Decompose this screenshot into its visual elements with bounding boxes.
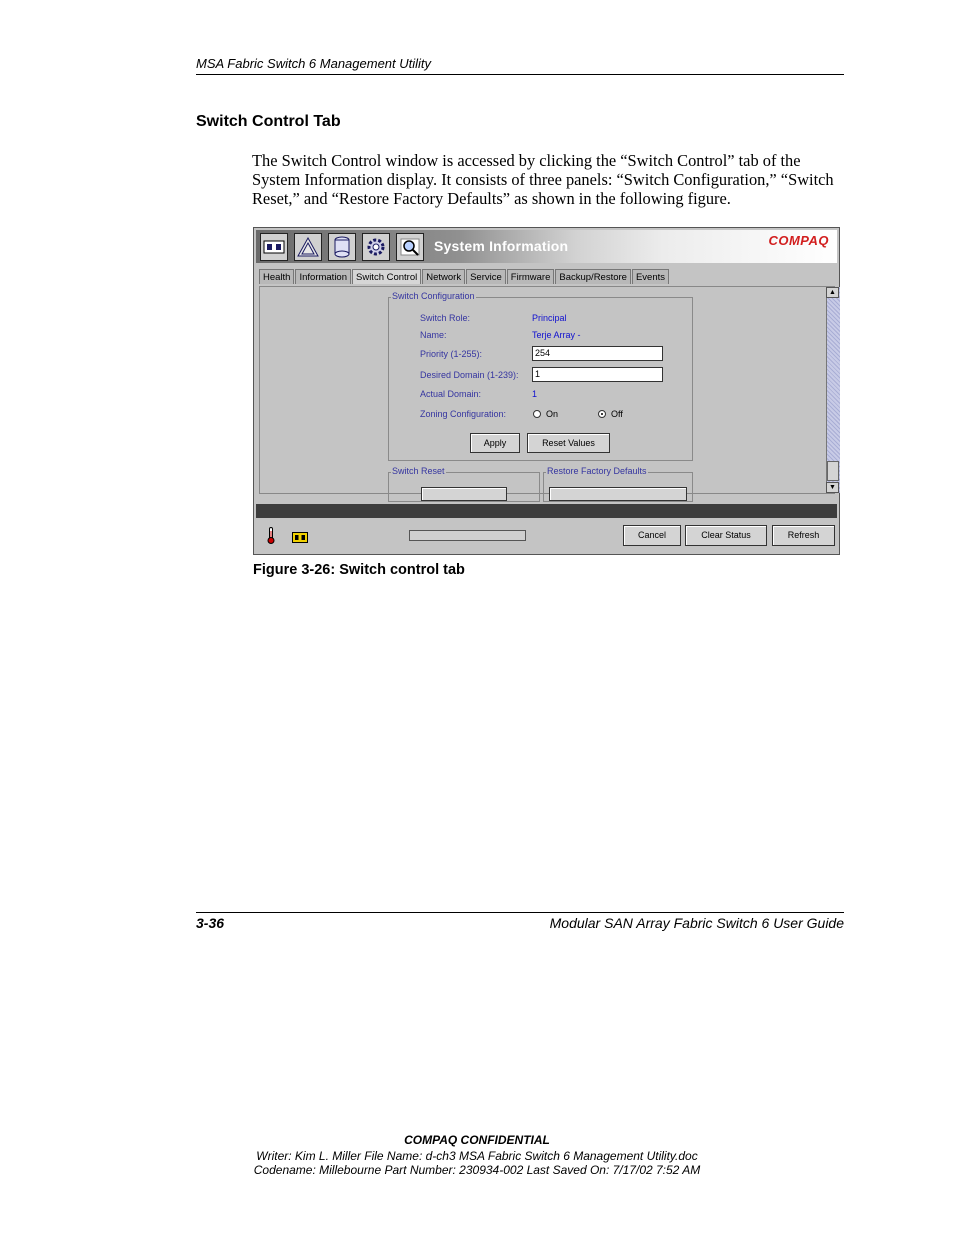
zoning-on-label: On: [546, 409, 559, 419]
vertical-scrollbar[interactable]: ▲ ▼: [826, 287, 840, 493]
tab-network[interactable]: Network: [422, 269, 466, 284]
running-header: MSA Fabric Switch 6 Management Utility: [196, 56, 432, 71]
storage-icon[interactable]: [328, 233, 356, 261]
guide-title: Modular SAN Array Fabric Switch 6 User G…: [549, 915, 844, 931]
switch-configuration-legend: Switch Configuration: [391, 291, 476, 301]
desired-domain-label: Desired Domain (1-239):: [420, 370, 519, 380]
switch-reset-legend: Switch Reset: [391, 466, 446, 476]
switch-status-icon: [292, 530, 308, 543]
switch-name-value: Terje Array -: [532, 330, 581, 340]
tab-switch-control[interactable]: Switch Control: [352, 269, 422, 284]
scroll-thumb[interactable]: [827, 461, 839, 481]
priority-label: Priority (1-255):: [420, 349, 483, 359]
refresh-button[interactable]: Refresh: [772, 525, 835, 546]
tab-events[interactable]: Events: [631, 269, 670, 284]
switch-role-value: Principal: [532, 313, 567, 323]
gear-icon[interactable]: [362, 233, 390, 261]
switch-icon[interactable]: [260, 233, 288, 261]
codename-line: Codename: Millebourne Part Number: 23093…: [253, 1163, 701, 1177]
thermometer-icon: [267, 527, 275, 544]
tab-content-panel: Switch Configuration Switch Role: Princi…: [259, 286, 840, 502]
scroll-down-arrow-icon[interactable]: ▼: [826, 482, 839, 493]
figure-caption: Figure 3-26: Switch control tab: [253, 562, 465, 578]
footer-rule: [196, 912, 844, 913]
priority-field[interactable]: 254: [532, 346, 663, 361]
tab-service[interactable]: Service: [466, 269, 506, 284]
status-bar-separator: [256, 504, 837, 518]
switch-configuration-panel: Switch Configuration Switch Role: Princi…: [388, 291, 693, 461]
tab-firmware[interactable]: Firmware: [506, 269, 555, 284]
switch-reset-button[interactable]: [421, 487, 507, 501]
page-number: 3-36: [196, 915, 225, 931]
zoning-off-radio[interactable]: [598, 410, 606, 418]
confidential-notice: COMPAQ CONFIDENTIAL: [404, 1133, 550, 1147]
search-icon[interactable]: [396, 233, 424, 261]
body-paragraph: The Switch Control window is accessed by…: [252, 151, 834, 208]
desired-domain-field[interactable]: 1: [532, 367, 663, 382]
switch-name-label: Name:: [420, 330, 447, 340]
window-title: System Information: [434, 238, 569, 254]
tab-backup-restore[interactable]: Backup/Restore: [555, 269, 631, 284]
fabric-icon[interactable]: [294, 233, 322, 261]
switch-reset-panel: Switch Reset: [388, 466, 540, 502]
switch-role-label: Switch Role:: [420, 313, 471, 323]
scroll-up-arrow-icon[interactable]: ▲: [826, 287, 839, 298]
tab-health[interactable]: Health: [259, 269, 295, 284]
zoning-configuration-label: Zoning Configuration:: [420, 409, 507, 419]
section-title: Switch Control Tab: [196, 113, 341, 130]
zoning-off-label: Off: [611, 409, 623, 419]
tab-strip: Health Information Switch Control Networ…: [259, 269, 670, 284]
zoning-on-radio[interactable]: [533, 410, 541, 418]
window-titlebar: System Information COMPAQ: [256, 230, 837, 263]
progress-bar: [409, 530, 526, 541]
actual-domain-label: Actual Domain:: [420, 389, 482, 399]
restore-factory-defaults-legend: Restore Factory Defaults: [546, 466, 648, 476]
system-information-window: System Information COMPAQ Health Informa…: [253, 227, 840, 555]
writer-line: Writer: Kim L. Miller File Name: d-ch3 M…: [256, 1149, 698, 1163]
clear-status-button[interactable]: Clear Status: [685, 525, 767, 546]
compaq-logo: COMPAQ: [768, 233, 829, 248]
restore-defaults-button[interactable]: [549, 487, 687, 501]
cancel-button[interactable]: Cancel: [623, 525, 681, 546]
tab-information[interactable]: Information: [295, 269, 351, 284]
header-rule: [196, 74, 844, 75]
actual-domain-value: 1: [532, 389, 538, 399]
reset-values-button[interactable]: Reset Values: [527, 433, 610, 453]
apply-button[interactable]: Apply: [470, 433, 520, 453]
restore-factory-defaults-panel: Restore Factory Defaults: [543, 466, 693, 502]
